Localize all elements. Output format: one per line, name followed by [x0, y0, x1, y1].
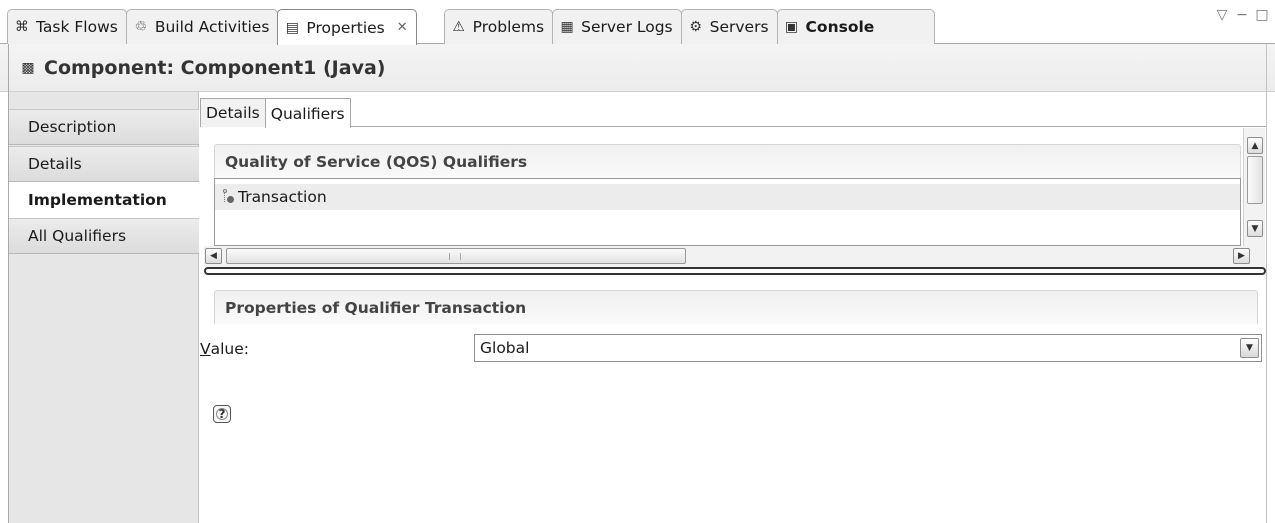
qos-section-title: Quality of Service (QOS) Qualifiers — [214, 144, 1241, 178]
tab-label: Properties — [306, 18, 385, 37]
list-item[interactable]: Transaction — [215, 184, 1240, 210]
scroll-down-icon[interactable]: ▼ — [1247, 220, 1263, 237]
value-label: Value: — [200, 338, 249, 360]
scroll-thumb[interactable] — [226, 248, 686, 264]
component-icon: ▩ — [21, 59, 35, 76]
view-controls: ▽ − □ — [1215, 7, 1269, 23]
tab-problems[interactable]: ⚠ Problems — [443, 9, 554, 44]
scroll-thumb[interactable] — [1247, 156, 1263, 204]
value-select-text: Global — [480, 339, 530, 357]
help-icon[interactable]: ? — [213, 405, 231, 423]
scroll-left-icon[interactable]: ◀ — [205, 248, 222, 264]
properties-icon: ▤ — [285, 19, 300, 36]
tab-properties[interactable]: ▤ Properties ✕ — [277, 9, 417, 45]
properties-title-bar: ▩ Component: Component1 (Java) — [0, 44, 1275, 92]
page-title: Component: Component1 (Java) — [44, 56, 386, 79]
tab-task-flows[interactable]: ⌘ Task Flows — [7, 9, 127, 44]
view-menu-icon[interactable]: ▽ — [1215, 7, 1229, 23]
sidebar-item-description[interactable]: Description — [9, 109, 199, 145]
tab-label: Server Logs — [581, 18, 673, 36]
sidebar-item-all-qualifiers[interactable]: All Qualifiers — [9, 218, 199, 254]
problems-icon: ⚠ — [452, 19, 465, 35]
tab-server-logs[interactable]: ▦ Server Logs — [552, 9, 682, 44]
tab-label: Servers — [709, 18, 769, 36]
tab-label: Console — [805, 18, 875, 36]
horizontal-scrollbar[interactable]: ◀ ▶ — [204, 246, 1265, 267]
minimize-icon[interactable]: − — [1235, 7, 1249, 23]
tab-build-activities[interactable]: ♲ Build Activities — [125, 9, 279, 44]
chevron-down-icon[interactable]: ▼ — [1240, 338, 1259, 358]
tab-label: Problems — [472, 18, 545, 36]
subtab-bar: Details Qualifiers — [200, 98, 351, 128]
vertical-scrollbar[interactable]: ▲ ▼ — [1243, 128, 1265, 246]
console-icon: ▣ — [784, 19, 799, 35]
qos-qualifier-list: Transaction — [214, 178, 1241, 246]
scroll-up-icon[interactable]: ▲ — [1247, 137, 1263, 154]
list-item-label: Transaction — [238, 188, 327, 206]
scroll-right-icon[interactable]: ▶ — [1233, 248, 1250, 264]
value-label-mnemonic: V — [200, 340, 211, 358]
qualifier-icon — [221, 189, 235, 205]
tab-servers[interactable]: ⚙ Servers — [680, 9, 778, 44]
maximize-icon[interactable]: □ — [1255, 7, 1269, 23]
build-activities-icon: ♲ — [134, 19, 148, 35]
tab-qualifiers[interactable]: Qualifiers — [264, 98, 351, 128]
servers-icon: ⚙ — [689, 19, 702, 35]
value-select[interactable]: Global ▼ — [474, 334, 1262, 362]
frame-border-right — [1266, 44, 1267, 523]
tab-console[interactable]: ▣ Console — [776, 9, 936, 44]
close-icon[interactable]: ✕ — [397, 20, 408, 35]
tab-details[interactable]: Details — [200, 98, 266, 127]
sidebar-item-implementation[interactable]: Implementation — [9, 182, 200, 218]
server-logs-icon: ▦ — [560, 19, 574, 35]
tab-label: Build Activities — [154, 18, 270, 36]
properties-section-title: Properties of Qualifier Transaction — [214, 290, 1258, 324]
sidebar-item-details[interactable]: Details — [9, 146, 199, 182]
sash-divider[interactable] — [204, 267, 1266, 275]
task-flows-icon: ⌘ — [15, 19, 29, 35]
tab-label: Task Flows — [36, 18, 118, 36]
view-tabs: ⌘ Task Flows ♲ Build Activities ▤ Proper… — [7, 9, 936, 45]
subtab-divider — [200, 126, 1266, 127]
value-label-text: alue: — [210, 340, 249, 358]
